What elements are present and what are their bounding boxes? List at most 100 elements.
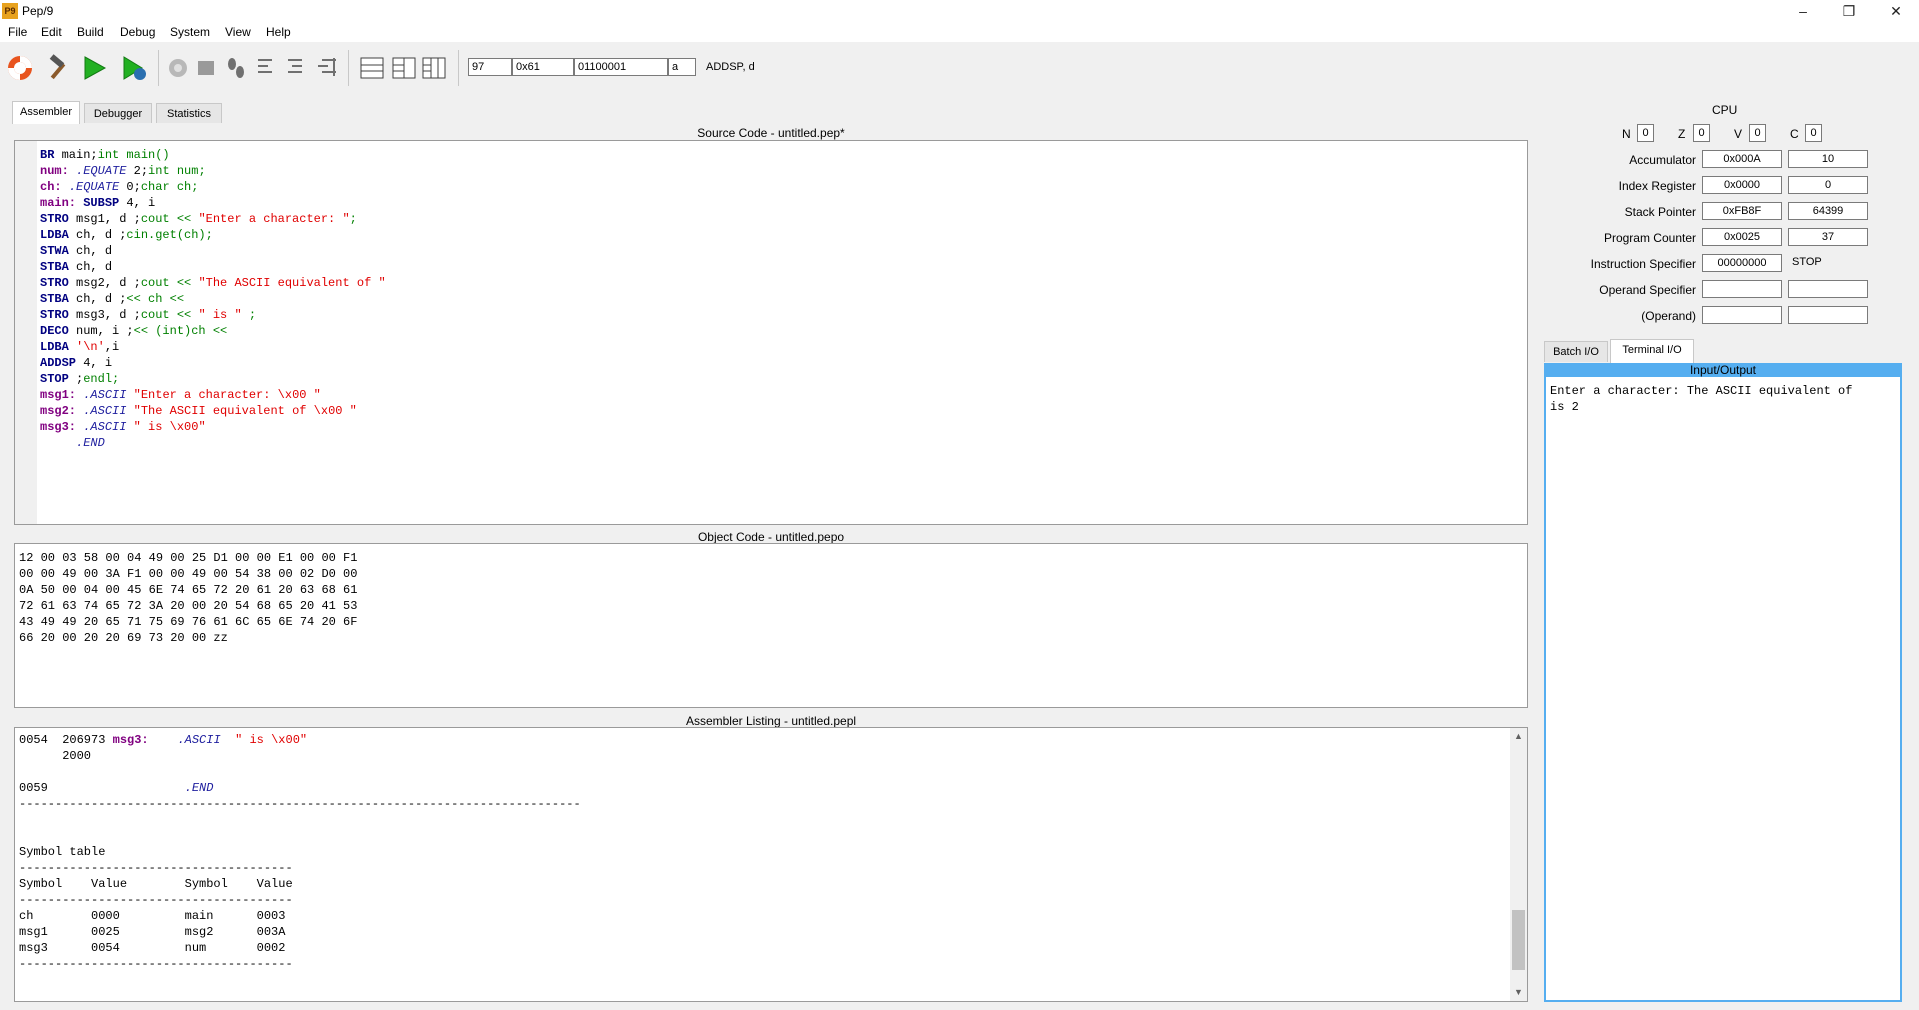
assembler-listing-title: Assembler Listing - untitled.pepl bbox=[685, 714, 857, 728]
code-token: STWA bbox=[40, 244, 69, 258]
source-code-title: Source Code - untitled.pep* bbox=[697, 126, 845, 140]
menu-file[interactable]: File bbox=[8, 25, 27, 39]
code-token: msg1, d ; bbox=[68, 212, 141, 226]
code-token: 2000 bbox=[19, 749, 92, 763]
hex-converter-field[interactable]: 0x61 bbox=[512, 58, 574, 76]
scroll-thumb[interactable] bbox=[1512, 910, 1525, 970]
code-cpu-memory-layout-icon[interactable] bbox=[420, 54, 448, 82]
toolbar: 97 0x61 01100001 a ADDSP, d bbox=[0, 44, 1919, 92]
operand-specifier-label: Operand Specifier bbox=[1599, 283, 1696, 297]
code-token: ; bbox=[241, 308, 257, 322]
object-code-line: 00 00 49 00 3A F1 00 00 49 00 54 38 00 0… bbox=[19, 567, 358, 581]
code-token: num, i ; bbox=[68, 324, 134, 338]
code-line: STOP ;endl; bbox=[40, 371, 119, 387]
object-code-editor[interactable]: 12 00 03 58 00 04 49 00 25 D1 00 00 E1 0… bbox=[14, 543, 1528, 708]
code-token: << (int)ch << bbox=[133, 324, 228, 338]
operand-hex-value bbox=[1702, 306, 1782, 324]
code-token: .ASCII bbox=[177, 733, 221, 747]
menu-help[interactable]: Help bbox=[266, 25, 291, 39]
code-token: 2; bbox=[126, 164, 149, 178]
decimal-converter-field[interactable]: 97 bbox=[468, 58, 512, 76]
code-token: -------------------------------------- bbox=[19, 861, 293, 875]
flag-v-label: V bbox=[1734, 127, 1743, 141]
binary-converter-field[interactable]: 01100001 bbox=[574, 58, 668, 76]
code-token: main: bbox=[40, 196, 77, 210]
char-converter-field[interactable]: a bbox=[668, 58, 696, 76]
code-line: -------------------------------------- bbox=[19, 892, 293, 908]
code-line: num: .EQUATE 2;int num; bbox=[40, 163, 206, 179]
source-code-editor[interactable]: BR main;int main() num: .EQUATE 2;int num… bbox=[14, 140, 1528, 525]
code-line: Symbol table bbox=[19, 844, 105, 860]
code-token: msg3 0054 num 0002 bbox=[19, 941, 286, 955]
assembler-listing-view[interactable]: ▲ ▼ 0054 206973 msg3: .ASCII " is \x00" … bbox=[14, 727, 1528, 1002]
code-token: STRO bbox=[40, 212, 69, 226]
flag-z-label: Z bbox=[1678, 127, 1686, 141]
code-only-layout-icon[interactable] bbox=[358, 54, 386, 82]
code-token: ch, d bbox=[68, 244, 113, 258]
flag-c-label: C bbox=[1790, 127, 1799, 141]
flag-n-value: 0 bbox=[1637, 124, 1654, 142]
code-line: LDBA ch, d ;cin.get(ch); bbox=[40, 227, 213, 243]
listing-scrollbar[interactable]: ▲ ▼ bbox=[1510, 728, 1527, 1001]
code-line: STBA ch, d bbox=[40, 259, 112, 275]
code-token: STRO bbox=[40, 308, 69, 322]
code-line: .END bbox=[40, 435, 105, 451]
terminal-io-text[interactable]: Enter a character: The ASCII equivalent … bbox=[1550, 383, 1852, 415]
code-token: msg3, d ; bbox=[68, 308, 141, 322]
code-token: msg1: bbox=[40, 388, 77, 402]
code-line: DECO num, i ;<< (int)ch << bbox=[40, 323, 227, 339]
tab-statistics[interactable]: Statistics bbox=[156, 103, 222, 123]
run-icon[interactable] bbox=[80, 54, 108, 82]
start-debugging-icon[interactable] bbox=[120, 54, 148, 82]
code-line: msg1 0025 msg2 003A bbox=[19, 924, 285, 940]
code-line: 2000 bbox=[19, 748, 91, 764]
menu-debug[interactable]: Debug bbox=[120, 25, 155, 39]
operand-specifier-dec-value bbox=[1788, 280, 1868, 298]
menu-view[interactable]: View bbox=[225, 25, 251, 39]
menu-build[interactable]: Build bbox=[77, 25, 104, 39]
stack-pointer-hex-value: 0xFB8F bbox=[1702, 202, 1782, 220]
close-button[interactable]: ✕ bbox=[1873, 0, 1919, 22]
code-token: char ch; bbox=[140, 180, 199, 194]
step-into-icon bbox=[288, 59, 302, 73]
instruction-specifier-dec-value: STOP bbox=[1792, 256, 1822, 268]
code-token: -------------------------------------- bbox=[19, 957, 293, 971]
menu-system[interactable]: System bbox=[170, 25, 210, 39]
scroll-up-icon[interactable]: ▲ bbox=[1510, 728, 1527, 745]
restore-button[interactable]: ❐ bbox=[1826, 0, 1872, 22]
object-code-title: Object Code - untitled.pepo bbox=[697, 530, 845, 544]
code-token: .END bbox=[76, 436, 105, 450]
code-token: ch, d bbox=[68, 260, 113, 274]
help-lifebuoy-icon[interactable] bbox=[6, 54, 34, 82]
terminal-io-area[interactable]: Enter a character: The ASCII equivalent … bbox=[1544, 377, 1902, 1002]
code-token: int num; bbox=[148, 164, 206, 178]
flag-c-value: 0 bbox=[1805, 124, 1822, 142]
code-token: " is \x00" bbox=[235, 733, 308, 747]
window-title: Pep/9 bbox=[22, 4, 54, 18]
code-token: cout << bbox=[140, 276, 199, 290]
scroll-down-icon[interactable]: ▼ bbox=[1510, 984, 1527, 1001]
object-code-line: 43 49 49 20 65 71 75 69 76 61 6C 65 6E 7… bbox=[19, 615, 358, 629]
tab-assembler[interactable]: Assembler bbox=[12, 101, 80, 124]
program-counter-label: Program Counter bbox=[1603, 231, 1696, 245]
code-token: Symbol Value Symbol Value bbox=[19, 877, 293, 891]
tab-debugger[interactable]: Debugger bbox=[84, 103, 152, 123]
code-token: msg1 0025 msg2 003A bbox=[19, 925, 286, 939]
index-register-label: Index Register bbox=[1618, 179, 1696, 193]
operand-dec-value bbox=[1788, 306, 1868, 324]
code-token: LDBA bbox=[40, 228, 69, 242]
tab-batch-io[interactable]: Batch I/O bbox=[1544, 341, 1608, 362]
code-cpu-layout-icon[interactable] bbox=[390, 54, 418, 82]
code-token: -------------------------------------- bbox=[19, 893, 293, 907]
menu-edit[interactable]: Edit bbox=[41, 25, 62, 39]
code-token: .EQUATE bbox=[76, 164, 127, 178]
minimize-button[interactable]: – bbox=[1780, 0, 1826, 22]
tab-terminal-io[interactable]: Terminal I/O bbox=[1610, 339, 1694, 363]
code-line: ----------------------------------------… bbox=[19, 796, 581, 812]
code-line: STRO msg1, d ;cout << "Enter a character… bbox=[40, 211, 357, 227]
code-token: 4, i bbox=[76, 356, 113, 370]
build-hammer-icon[interactable] bbox=[44, 54, 72, 82]
